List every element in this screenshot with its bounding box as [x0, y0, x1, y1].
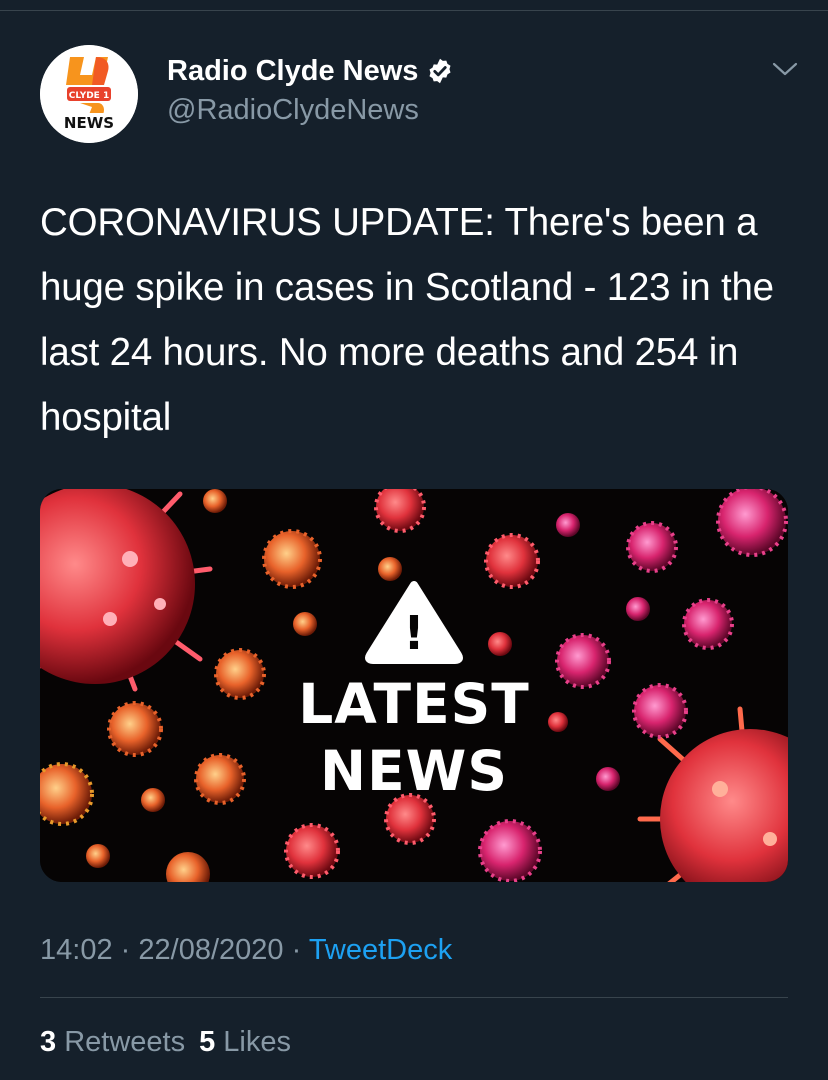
avatar[interactable]: CLYDE 1 NEWS [40, 45, 138, 143]
virus-small [626, 521, 678, 573]
virus-small [716, 489, 788, 557]
tweet-header: CLYDE 1 NEWS Radio Clyde News @RadioClyd… [40, 45, 800, 145]
virus-small [478, 819, 542, 882]
virus-small [682, 598, 734, 650]
retweets-count: 3 [40, 1026, 57, 1058]
virus-small [556, 513, 580, 537]
virus-small [284, 823, 340, 879]
tweet-date[interactable]: 22/08/2020 [138, 934, 283, 966]
meta-separator: · [120, 934, 131, 966]
chevron-down-icon[interactable] [770, 59, 800, 79]
virus-small [378, 557, 402, 581]
virus-small [203, 489, 227, 513]
likes-count: 5 [199, 1026, 216, 1058]
likes-label: Likes [223, 1026, 291, 1058]
author-block: Radio Clyde News @RadioClydeNews [167, 53, 454, 129]
top-divider [0, 10, 828, 11]
virus-small [626, 597, 650, 621]
virus-small [484, 533, 540, 589]
author-handle[interactable]: @RadioClydeNews [167, 91, 454, 129]
tweet-source-link[interactable]: TweetDeck [309, 934, 452, 966]
retweets-label: Retweets [64, 1026, 186, 1058]
logo-news-text: NEWS [64, 114, 114, 132]
radio-clyde-logo: CLYDE 1 NEWS [40, 45, 138, 143]
virus-small [262, 529, 322, 589]
virus-small [86, 844, 110, 868]
warning-glyph: ! [404, 606, 425, 660]
tweet-meta: 14:02 · 22/08/2020 · TweetDeck [40, 930, 452, 970]
tweet-text: CORONAVIRUS UPDATE: There's been a huge … [40, 201, 774, 439]
tweet-stats: 3 Retweets 5 Likes [40, 1022, 291, 1062]
tweet-time[interactable]: 14:02 [40, 934, 113, 966]
logo-clyde-text: CLYDE 1 [69, 91, 109, 101]
virus-small [293, 612, 317, 636]
tweet-media-image[interactable]: ! LATEST NEWS [40, 489, 788, 882]
retweets-stat[interactable]: 3 Retweets [40, 1026, 185, 1058]
meta-separator: · [291, 934, 302, 966]
display-name-text[interactable]: Radio Clyde News [167, 53, 418, 89]
author-name[interactable]: Radio Clyde News [167, 53, 454, 89]
verified-badge-icon [429, 58, 451, 84]
virus-small [488, 632, 512, 656]
media-caption-news: NEWS [320, 739, 508, 803]
media-caption-latest: LATEST [298, 672, 530, 736]
stats-divider [40, 997, 788, 998]
likes-stat[interactable]: 5 Likes [199, 1026, 291, 1058]
